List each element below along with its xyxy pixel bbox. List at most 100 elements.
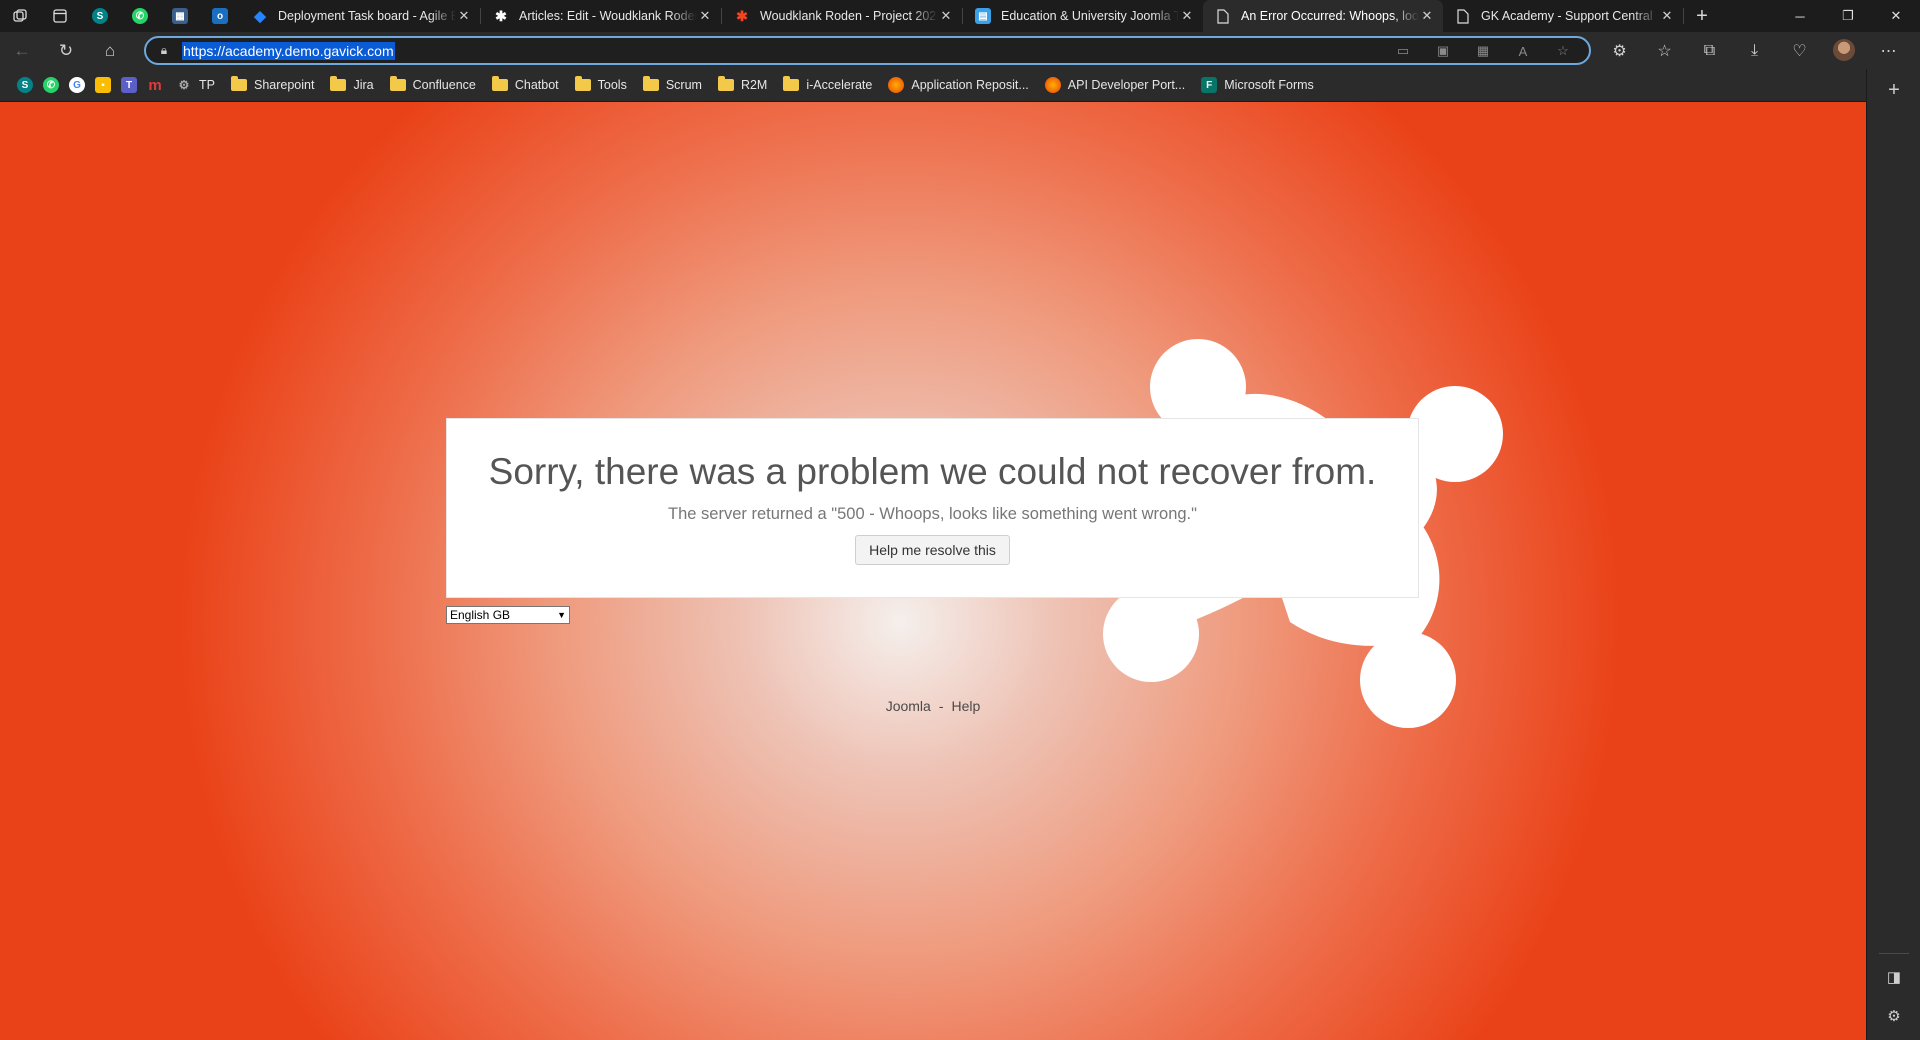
- bookmark-label: API Developer Port...: [1067, 78, 1186, 92]
- bookmark-folder-sharepoint[interactable]: Sharepoint: [223, 72, 322, 98]
- close-tab-icon[interactable]: ✕: [1659, 8, 1675, 24]
- bookmark-folder-jira[interactable]: Jira: [322, 72, 381, 98]
- bookmark-google[interactable]: G: [64, 72, 90, 98]
- tab-woudklank-project[interactable]: ✱ Woudklank Roden - Project 2021 ✕: [722, 0, 962, 32]
- restore-button[interactable]: ❐: [1824, 0, 1872, 32]
- collections-icon[interactable]: ⧉: [1687, 32, 1732, 69]
- chevron-down-icon: ▼: [557, 610, 566, 620]
- help-link[interactable]: Help: [952, 698, 981, 714]
- window-controls: ─ ❐ ✕: [1776, 0, 1920, 32]
- bookmark-sharepoint[interactable]: S: [12, 72, 38, 98]
- lock-icon[interactable]: 🔒︎: [146, 43, 182, 58]
- hide-sidebar-icon[interactable]: ◨: [1867, 968, 1920, 986]
- bookmark-folder-confluence[interactable]: Confluence: [382, 72, 484, 98]
- calendar-icon: ▤: [975, 8, 991, 24]
- whatsapp-icon: ✆: [132, 8, 148, 24]
- address-bar[interactable]: 🔒︎ https://academy.demo.gavick.com ▭ ▣ ▦…: [144, 36, 1591, 65]
- tp-icon: ⚙︎: [178, 78, 190, 92]
- pinned-tab-sharepoint[interactable]: S: [80, 0, 120, 32]
- tab-error-occurred[interactable]: An Error Occurred: Whoops, look ✕: [1203, 0, 1443, 32]
- tab-deployment-task-board[interactable]: ◆ Deployment Task board - Agile B ✕: [240, 0, 480, 32]
- language-select-value: English GB: [450, 608, 511, 622]
- folder-icon: [574, 76, 591, 91]
- page-icon: [1215, 8, 1231, 24]
- bookmark-label: Scrum: [665, 78, 702, 92]
- profile-avatar[interactable]: [1833, 39, 1855, 61]
- extensions-icon[interactable]: ⚙︎: [1597, 32, 1642, 69]
- tab-title: Articles: Edit - Woudklank Roden: [519, 9, 697, 23]
- footer-separator: -: [938, 698, 944, 714]
- bookmark-folder-r2m[interactable]: R2M: [710, 72, 775, 98]
- pinned-tab-outlook[interactable]: o: [200, 0, 240, 32]
- folder-icon: [642, 76, 659, 91]
- downloads-icon[interactable]: ⤓: [1732, 32, 1777, 69]
- browser-toolbar: ← ↻ ⌂ 🔒︎ https://academy.demo.gavick.com…: [0, 32, 1920, 69]
- bookmark-folder-scrum[interactable]: Scrum: [635, 72, 710, 98]
- tab-title: An Error Occurred: Whoops, look: [1241, 9, 1419, 23]
- bookmark-label: R2M: [740, 78, 768, 92]
- bookmark-teams[interactable]: T: [116, 72, 142, 98]
- bookmark-folder-tools[interactable]: Tools: [567, 72, 635, 98]
- bookmark-folder-i-accelerate[interactable]: i-Accelerate: [775, 72, 880, 98]
- close-tab-icon[interactable]: ✕: [697, 8, 713, 24]
- tab-title: Education & University Joomla Te: [1001, 9, 1179, 23]
- error-panel: Sorry, there was a problem we could not …: [446, 418, 1419, 598]
- favorite-star-icon[interactable]: ☆: [1545, 40, 1581, 62]
- add-sidebar-app-button[interactable]: +: [1867, 79, 1920, 102]
- bookmark-application-repository[interactable]: Application Reposit...: [880, 72, 1036, 98]
- close-tab-icon[interactable]: ✕: [1419, 8, 1435, 24]
- tab-title: Woudklank Roden - Project 2021: [760, 9, 938, 23]
- folder-icon: [717, 76, 734, 91]
- close-tab-icon[interactable]: ✕: [1179, 8, 1195, 24]
- bookmark-api-developer-portal[interactable]: API Developer Port...: [1037, 72, 1193, 98]
- close-tab-icon[interactable]: ✕: [456, 8, 472, 24]
- bookmark-whatsapp[interactable]: ✆: [38, 72, 64, 98]
- back-button[interactable]: ←: [0, 32, 44, 69]
- bookmark-microsoft-forms[interactable]: F Microsoft Forms: [1193, 72, 1322, 98]
- qr-code-icon[interactable]: ▦: [1465, 40, 1501, 62]
- error-page: Sorry, there was a problem we could not …: [0, 102, 1866, 1040]
- m-logo-icon: m: [148, 76, 162, 94]
- sharepoint-icon: S: [92, 8, 108, 24]
- app-repository-icon: [888, 77, 905, 93]
- forms-icon: F: [1201, 77, 1218, 93]
- bookmark-keep[interactable]: ▪: [90, 72, 116, 98]
- bookmark-label: i-Accelerate: [806, 78, 873, 92]
- tab-gk-academy-support[interactable]: GK Academy - Support Central ✕: [1443, 0, 1683, 32]
- more-menu-icon[interactable]: ⋯: [1866, 32, 1911, 69]
- tab-articles-edit[interactable]: ✱ Articles: Edit - Woudklank Roden ✕: [481, 0, 721, 32]
- immersive-reader-icon[interactable]: ▣: [1425, 40, 1461, 62]
- bookmark-label: Application Reposit...: [911, 78, 1029, 92]
- tab-education-university[interactable]: ▤ Education & University Joomla Te ✕: [963, 0, 1203, 32]
- pinned-tab-app[interactable]: ▦: [160, 0, 200, 32]
- close-tab-icon[interactable]: ✕: [938, 8, 954, 24]
- refresh-button[interactable]: ↻: [44, 32, 88, 69]
- pinned-tab-whatsapp[interactable]: ✆: [120, 0, 160, 32]
- folder-icon: [491, 76, 508, 91]
- home-button[interactable]: ⌂: [88, 32, 132, 69]
- workspaces-icon[interactable]: [0, 0, 40, 32]
- read-aloud-icon[interactable]: A: [1505, 40, 1541, 62]
- tab-strip: S ✆ ▦ o ◆ Deployment Task board - Agile …: [0, 0, 1920, 32]
- joomla-icon: ✱: [495, 7, 507, 24]
- bookmark-m[interactable]: m: [142, 72, 168, 98]
- help-resolve-button[interactable]: Help me resolve this: [855, 535, 1010, 565]
- bookmark-folder-chatbot[interactable]: Chatbot: [484, 72, 567, 98]
- joomla-link[interactable]: Joomla: [886, 698, 931, 714]
- browser-essentials-icon[interactable]: ♡: [1777, 32, 1822, 69]
- sidebar-settings-icon[interactable]: ⚙︎: [1867, 1007, 1920, 1025]
- new-tab-button[interactable]: +: [1684, 5, 1720, 28]
- tab-actions-icon[interactable]: [40, 0, 80, 32]
- outlook-icon: o: [212, 8, 228, 24]
- bookmark-label: TP: [199, 78, 215, 92]
- url-text[interactable]: https://academy.demo.gavick.com: [182, 41, 395, 60]
- app-available-icon[interactable]: ▭: [1385, 40, 1421, 62]
- bookmark-tp[interactable]: ⚙︎ TP: [168, 72, 223, 98]
- favorites-icon[interactable]: ☆: [1642, 32, 1687, 69]
- language-select[interactable]: English GB ▼: [446, 606, 570, 624]
- minimize-button[interactable]: ─: [1776, 0, 1824, 32]
- sidebar-divider: [1879, 953, 1909, 954]
- close-window-button[interactable]: ✕: [1872, 0, 1920, 32]
- page-footer: Joomla - Help: [0, 698, 1866, 714]
- tab-title: GK Academy - Support Central: [1481, 9, 1653, 23]
